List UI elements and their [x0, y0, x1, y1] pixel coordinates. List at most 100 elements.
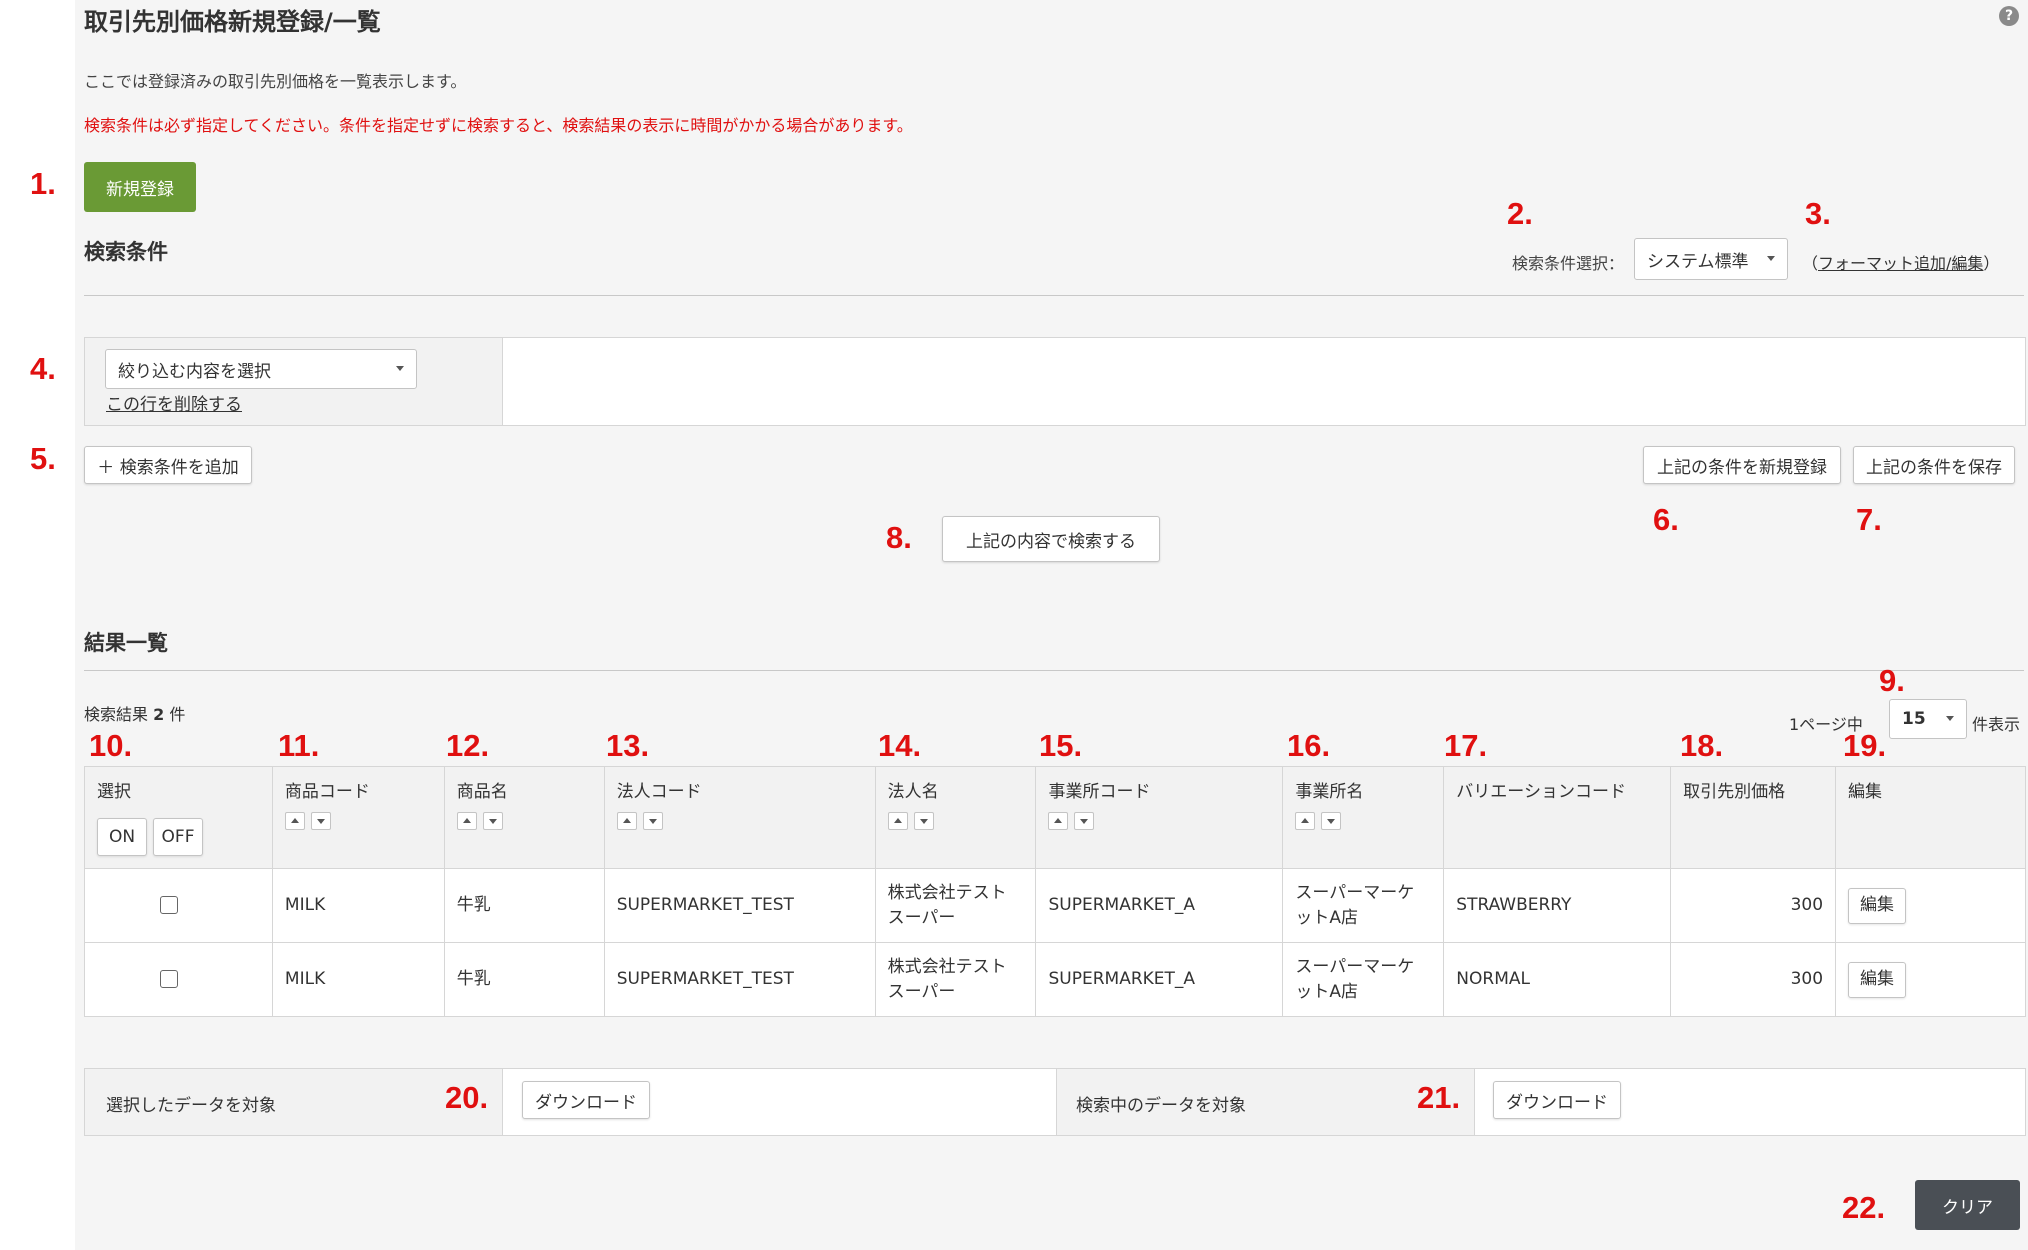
chevron-down-icon — [1946, 716, 1954, 721]
marker-21: 21. — [1417, 1080, 1461, 1115]
col-variation-code: バリエーションコード — [1443, 766, 1672, 869]
col-office-code: 事業所コード — [1035, 766, 1284, 869]
download-searched-button[interactable]: ダウンロード — [1493, 1081, 1621, 1119]
sort-desc-icon[interactable] — [642, 812, 663, 830]
table-row: MILK 牛乳 SUPERMARKET_TEST 株式会社テスト スーパー SUP… — [84, 868, 2026, 943]
col-select: 選択 ON OFF — [84, 766, 273, 869]
item-name-cell: 牛乳 — [443, 868, 605, 943]
per-page-suffix: 件表示 — [1972, 715, 2021, 734]
sort-asc-icon[interactable] — [616, 812, 637, 830]
edit-button[interactable]: 編集 — [1848, 961, 1907, 998]
edit-button[interactable]: 編集 — [1848, 887, 1907, 924]
sort-desc-icon[interactable] — [913, 812, 934, 830]
col-select-label: 選択 — [97, 782, 131, 802]
divider — [84, 670, 2024, 671]
marker-6: 6. — [1653, 502, 1679, 537]
select-all-off-button[interactable]: OFF — [153, 818, 203, 856]
page-description: ここでは登録済みの取引先別価格を一覧表示します。 — [84, 72, 467, 91]
filter-row: 絞り込む内容を選択 この行を削除する — [84, 337, 2026, 426]
col-corp-code: 法人コード — [603, 766, 876, 869]
col-corp-code-label: 法人コード — [616, 782, 702, 802]
clear-button[interactable]: クリア — [1915, 1180, 2020, 1230]
sort-desc-icon[interactable] — [310, 812, 331, 830]
corp-name-cell: 株式会社テスト スーパー — [874, 868, 1037, 943]
variation-code-cell: STRAWBERRY — [1443, 868, 1672, 943]
search-button[interactable]: 上記の内容で検索する — [942, 516, 1160, 562]
marker-17: 17. — [1444, 728, 1488, 763]
edit-cell: 編集 — [1835, 868, 2026, 943]
sort-asc-icon[interactable] — [1048, 812, 1069, 830]
sort-desc-icon[interactable] — [1074, 812, 1095, 830]
per-page-select[interactable]: 15 — [1889, 699, 1967, 739]
filter-field-select[interactable]: 絞り込む内容を選択 — [105, 349, 417, 389]
marker-14: 14. — [878, 728, 922, 763]
office-name-cell: スーパーマーケ ットA店 — [1282, 868, 1445, 943]
office-name-cell: スーパーマーケ ットA店 — [1282, 942, 1445, 1017]
filter-field-select-value: 絞り込む内容を選択 — [118, 361, 271, 382]
add-condition-button[interactable]: ＋ 検索条件を追加 — [84, 446, 252, 484]
sort-asc-icon[interactable] — [284, 812, 305, 830]
price-cell: 300 — [1670, 868, 1837, 943]
save-new-condition-button[interactable]: 上記の条件を新規登録 — [1643, 446, 1841, 484]
table-header-row: 選択 ON OFF 商品コード 商品名 法人コード 法人名 事業所コード 事業所… — [84, 766, 2026, 869]
item-code-cell: MILK — [271, 942, 445, 1017]
sort-asc-icon[interactable] — [456, 812, 477, 830]
preset-label: 検索条件選択： — [1512, 254, 1625, 273]
sort-asc-icon[interactable] — [1295, 812, 1316, 830]
select-all-on-button[interactable]: ON — [97, 818, 147, 856]
col-item-name-label: 商品名 — [456, 782, 508, 802]
variation-code-cell: NORMAL — [1443, 942, 1672, 1017]
save-condition-button[interactable]: 上記の条件を保存 — [1853, 446, 2015, 484]
search-section-title: 検索条件 — [84, 240, 168, 264]
sort-desc-icon[interactable] — [482, 812, 503, 830]
marker-8: 8. — [886, 520, 912, 555]
marker-13: 13. — [606, 728, 650, 763]
office-name-line: スーパーマーケ — [1295, 956, 1415, 977]
marker-20: 20. — [445, 1080, 489, 1115]
office-code-cell: SUPERMARKET_A — [1035, 942, 1284, 1017]
corp-code-cell: SUPERMARKET_TEST — [603, 942, 876, 1017]
marker-1: 1. — [30, 166, 56, 201]
marker-5: 5. — [30, 441, 56, 476]
col-edit: 編集 — [1835, 766, 2026, 869]
format-edit-link[interactable]: フォーマット追加/編集 — [1818, 250, 1983, 274]
marker-10: 10. — [89, 728, 133, 763]
row-select-cell — [84, 868, 273, 943]
result-count-label: 検索結果 — [84, 705, 149, 724]
filter-row-left: 絞り込む内容を選択 この行を削除する — [85, 338, 503, 425]
result-count-unit: 件 — [169, 705, 186, 724]
col-corp-name-label: 法人名 — [887, 782, 939, 802]
result-count-value: 2 — [153, 705, 165, 724]
new-registration-button[interactable]: 新規登録 — [84, 162, 196, 212]
help-icon[interactable]: ? — [1999, 6, 2019, 26]
download-selected-label: 選択したデータを対象 — [106, 1096, 276, 1116]
col-office-name: 事業所名 — [1282, 766, 1445, 869]
price-cell: 300 — [1670, 942, 1837, 1017]
marker-11: 11. — [278, 728, 320, 763]
preset-select[interactable]: システム標準 — [1634, 238, 1788, 280]
format-link-wrapper: （ フォーマット追加/編集 ） — [1802, 250, 1999, 274]
corp-code-cell: SUPERMARKET_TEST — [603, 868, 876, 943]
result-count: 検索結果 2 件 — [84, 701, 185, 725]
delete-row-link[interactable]: この行を削除する — [106, 390, 242, 415]
sort-desc-icon[interactable] — [1321, 812, 1342, 830]
marker-4: 4. — [30, 351, 56, 386]
item-code-cell: MILK — [271, 868, 445, 943]
col-office-name-label: 事業所名 — [1295, 782, 1364, 802]
marker-12: 12. — [446, 728, 490, 763]
col-item-code-label: 商品コード — [284, 782, 370, 802]
row-checkbox[interactable] — [160, 970, 178, 989]
download-panel: 選択したデータを対象 ダウンロード 検索中のデータを対象 ダウンロード — [84, 1068, 2026, 1136]
download-searched-label: 検索中のデータを対象 — [1076, 1096, 1246, 1116]
content-area — [75, 0, 2028, 1250]
corp-name-line: 株式会社テスト — [887, 882, 1007, 903]
corp-name-line: スーパー — [887, 907, 956, 928]
col-corp-name: 法人名 — [874, 766, 1037, 869]
row-checkbox[interactable] — [160, 896, 178, 915]
sort-asc-icon[interactable] — [887, 812, 908, 830]
corp-name-line: 株式会社テスト — [887, 956, 1007, 977]
edit-cell: 編集 — [1835, 942, 2026, 1017]
download-selected-button[interactable]: ダウンロード — [522, 1081, 650, 1119]
office-name-line: スーパーマーケ — [1295, 882, 1415, 903]
results-table: 選択 ON OFF 商品コード 商品名 法人コード 法人名 事業所コード 事業所… — [84, 766, 2026, 1017]
